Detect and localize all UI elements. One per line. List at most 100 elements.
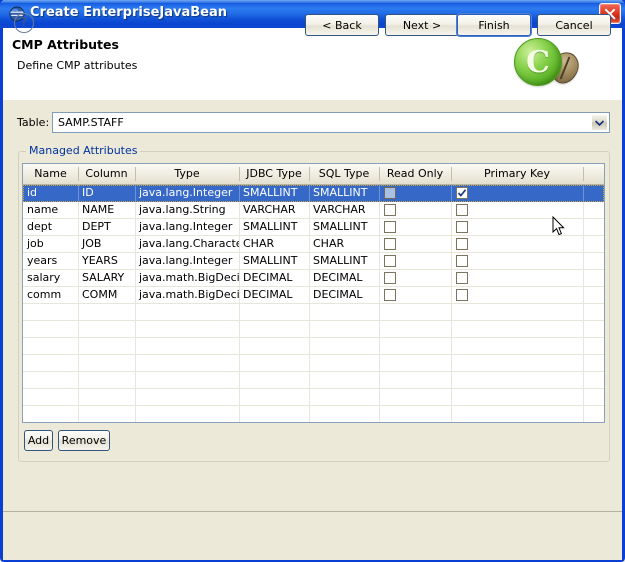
read-only-checkbox[interactable] bbox=[384, 289, 396, 301]
cell-type[interactable]: java.lang.Character bbox=[135, 236, 239, 252]
table-combobox[interactable]: SAMP.STAFF bbox=[52, 112, 610, 133]
table-row-empty[interactable] bbox=[23, 372, 604, 389]
table-row[interactable]: commCOMMjava.math.BigDecimalDECIMALDECIM… bbox=[23, 287, 604, 304]
cell-sql-type[interactable]: CHAR bbox=[309, 236, 379, 252]
primary-key-checkbox[interactable] bbox=[456, 204, 468, 216]
table-row[interactable]: job JOB java.lang.Character CHAR CHAR bbox=[23, 236, 604, 253]
table-row-empty[interactable] bbox=[23, 338, 604, 355]
table-row[interactable]: dept DEPT java.lang.Integer SMALLINT SMALLIN… bbox=[23, 219, 604, 236]
column-divider[interactable] bbox=[379, 167, 380, 181]
cell-sql-type[interactable]: SMALLINT bbox=[309, 219, 379, 235]
primary-key-checkbox[interactable] bbox=[456, 272, 468, 284]
cell-column[interactable]: DEPT bbox=[78, 219, 135, 235]
cell-name[interactable]: id bbox=[23, 185, 78, 201]
column-divider[interactable] bbox=[239, 167, 240, 181]
add-button[interactable]: Add bbox=[24, 430, 53, 451]
primary-key-checkbox[interactable] bbox=[456, 255, 468, 267]
cell-name[interactable]: salary bbox=[23, 270, 78, 286]
next-button[interactable]: Next > bbox=[385, 14, 459, 36]
column-divider[interactable] bbox=[309, 167, 310, 181]
cell-sql-type[interactable]: DECIMAL bbox=[309, 287, 379, 303]
cell-jdbc-type[interactable]: SMALLINT bbox=[239, 185, 309, 201]
finish-button[interactable]: Finish bbox=[457, 14, 531, 36]
cell-divider bbox=[379, 202, 380, 218]
cell-column[interactable]: SALARY bbox=[78, 270, 135, 286]
cell-column[interactable]: NAME bbox=[78, 202, 135, 218]
table-combobox-value: SAMP.STAFF bbox=[58, 116, 124, 129]
column-divider[interactable] bbox=[583, 167, 584, 181]
table-row[interactable]: id ID java.lang.Integer SMALLINT SMALLINT bbox=[23, 185, 604, 202]
read-only-checkbox[interactable] bbox=[384, 187, 396, 199]
cell-jdbc-type[interactable]: SMALLINT bbox=[239, 219, 309, 235]
cell-name[interactable]: dept bbox=[23, 219, 78, 235]
cell-sql-type[interactable]: SMALLINT bbox=[309, 185, 379, 201]
cell-type[interactable]: java.lang.Integer bbox=[135, 185, 239, 201]
help-icon[interactable]: ? bbox=[14, 13, 34, 33]
cell-name[interactable]: comm bbox=[23, 287, 78, 303]
read-only-checkbox[interactable] bbox=[384, 272, 396, 284]
column-header-primary-key[interactable]: Primary Key bbox=[451, 164, 583, 184]
cell-jdbc-type[interactable]: DECIMAL bbox=[239, 287, 309, 303]
cell-type[interactable]: java.lang.Integer bbox=[135, 253, 239, 269]
table-row[interactable]: salarySALARYjava.math.BigDecimalDECIMALD… bbox=[23, 270, 604, 287]
column-header-name[interactable]: Name bbox=[23, 164, 78, 184]
cell-divider bbox=[583, 219, 584, 235]
table-row[interactable]: name NAME java.lang.String VARCHAR VARCHAR bbox=[23, 202, 604, 219]
cell-divider bbox=[135, 372, 136, 388]
cell-jdbc-type[interactable]: VARCHAR bbox=[239, 202, 309, 218]
cell-column[interactable]: YEARS bbox=[78, 253, 135, 269]
table-row[interactable]: years YEARS java.lang.Integer SMALLINT SMALL… bbox=[23, 253, 604, 270]
primary-key-checkbox[interactable] bbox=[456, 289, 468, 301]
cell-type[interactable]: java.math.BigDecimal bbox=[135, 287, 239, 303]
column-header-type[interactable]: Type bbox=[135, 164, 239, 184]
cell-divider bbox=[78, 355, 79, 371]
cell-jdbc-type[interactable]: DECIMAL bbox=[239, 270, 309, 286]
cell-type[interactable]: java.lang.Integer bbox=[135, 219, 239, 235]
cell-column[interactable]: COMM bbox=[78, 287, 135, 303]
back-button[interactable]: < Back bbox=[305, 14, 379, 36]
cell-divider bbox=[78, 338, 79, 354]
primary-key-checkbox[interactable] bbox=[456, 187, 468, 199]
table-body[interactable]: id ID java.lang.Integer SMALLINT SMALLINT nam… bbox=[23, 185, 604, 422]
chevron-down-icon[interactable] bbox=[591, 114, 608, 131]
table-row-empty[interactable] bbox=[23, 321, 604, 338]
remove-button[interactable]: Remove bbox=[58, 430, 110, 451]
cell-divider bbox=[309, 338, 310, 354]
cell-sql-type[interactable]: SMALLINT bbox=[309, 253, 379, 269]
cell-sql-type[interactable]: VARCHAR bbox=[309, 202, 379, 218]
cancel-button[interactable]: Cancel bbox=[537, 14, 611, 36]
primary-key-checkbox[interactable] bbox=[456, 238, 468, 250]
table-row-empty[interactable] bbox=[23, 406, 604, 422]
cell-type[interactable]: java.lang.String bbox=[135, 202, 239, 218]
cell-name[interactable]: name bbox=[23, 202, 78, 218]
green-c-icon: C bbox=[514, 38, 562, 86]
cell-sql-type[interactable]: DECIMAL bbox=[309, 270, 379, 286]
cell-divider bbox=[451, 202, 452, 218]
read-only-checkbox[interactable] bbox=[384, 238, 396, 250]
cell-jdbc-type[interactable]: CHAR bbox=[239, 236, 309, 252]
attributes-table[interactable]: Name Column Type JDBC Type SQL Type Read Only… bbox=[22, 163, 605, 423]
cell-divider bbox=[379, 389, 380, 405]
cell-jdbc-type[interactable]: SMALLINT bbox=[239, 253, 309, 269]
column-header-read-only[interactable]: Read Only bbox=[379, 164, 451, 184]
cell-divider bbox=[583, 236, 584, 252]
table-row-empty[interactable] bbox=[23, 389, 604, 406]
table-row-empty[interactable] bbox=[23, 304, 604, 321]
read-only-checkbox[interactable] bbox=[384, 221, 396, 233]
column-divider[interactable] bbox=[78, 167, 79, 181]
column-header-jdbc-type[interactable]: JDBC Type bbox=[239, 164, 309, 184]
cell-divider bbox=[309, 321, 310, 337]
cell-column[interactable]: ID bbox=[78, 185, 135, 201]
column-divider[interactable] bbox=[451, 167, 452, 181]
read-only-checkbox[interactable] bbox=[384, 204, 396, 216]
column-header-sql-type[interactable]: SQL Type bbox=[309, 164, 379, 184]
table-row-empty[interactable] bbox=[23, 355, 604, 372]
column-header-column[interactable]: Column bbox=[78, 164, 135, 184]
column-divider[interactable] bbox=[135, 167, 136, 181]
cell-name[interactable]: job bbox=[23, 236, 78, 252]
cell-type[interactable]: java.math.BigDecimal bbox=[135, 270, 239, 286]
cell-column[interactable]: JOB bbox=[78, 236, 135, 252]
cell-name[interactable]: years bbox=[23, 253, 78, 269]
primary-key-checkbox[interactable] bbox=[456, 221, 468, 233]
read-only-checkbox[interactable] bbox=[384, 255, 396, 267]
